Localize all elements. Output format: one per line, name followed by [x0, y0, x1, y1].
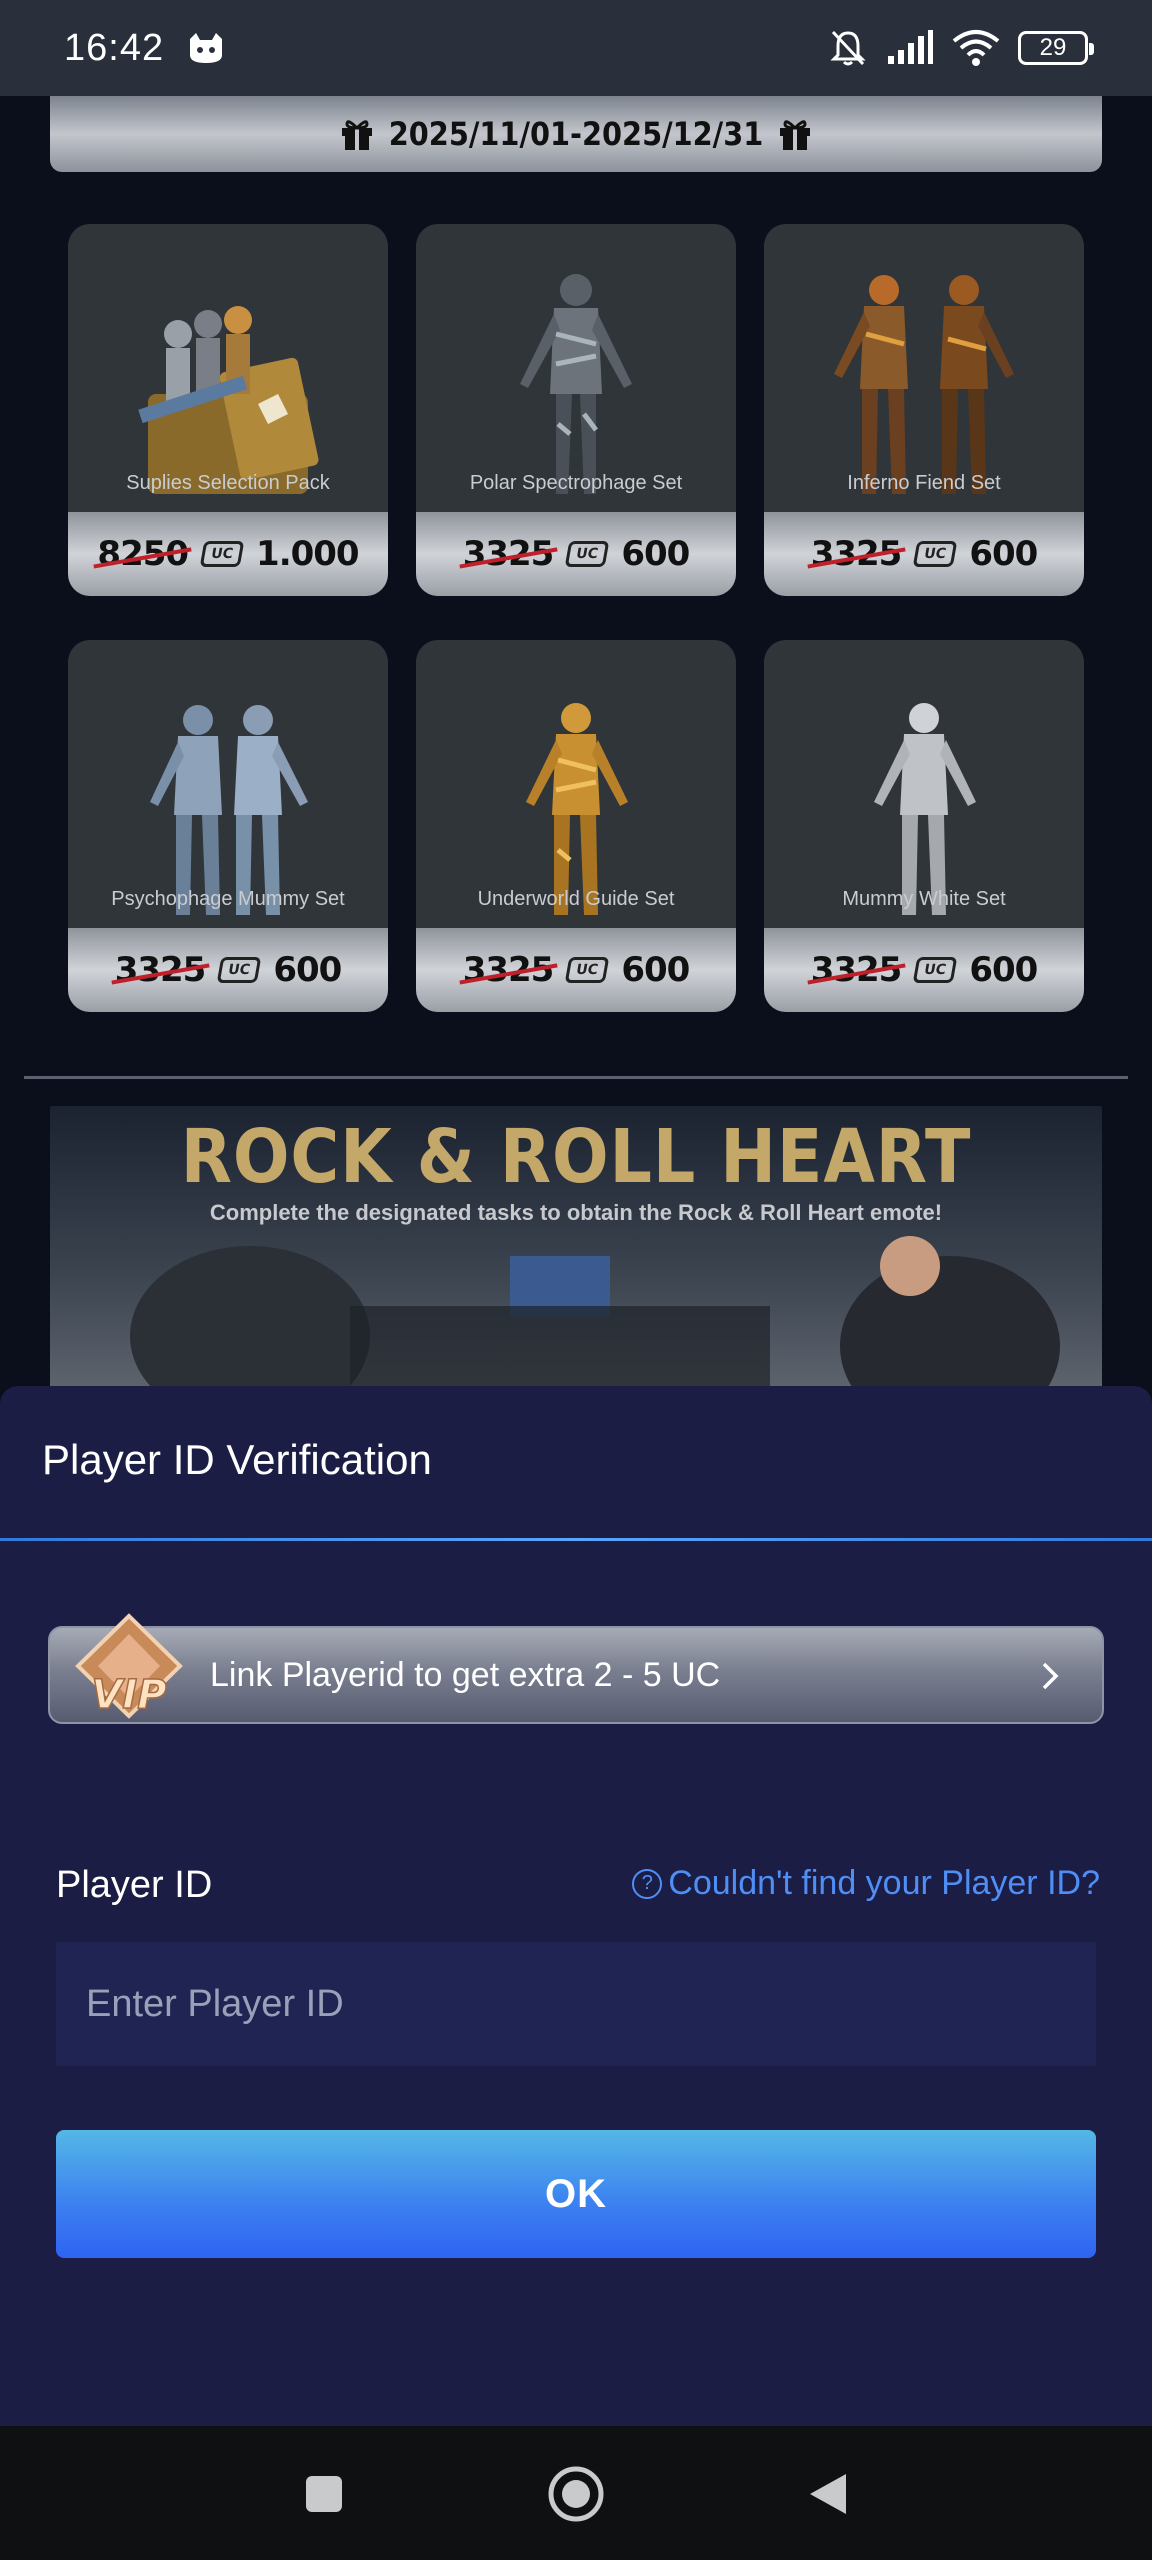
event-banner[interactable]: ROCK & ROLL HEART Complete the designate…	[50, 1106, 1102, 1386]
sale-price: 600	[621, 950, 690, 990]
nav-back-button[interactable]	[796, 2462, 860, 2526]
uc-currency-icon: UC	[199, 541, 245, 567]
player-id-input[interactable]	[56, 1942, 1096, 2066]
sale-price: 600	[621, 534, 690, 574]
sale-price: 600	[969, 950, 1038, 990]
uc-currency-icon: UC	[565, 957, 610, 983]
item-card[interactable]: Suplies Selection Pack 8250 UC 1.000	[68, 224, 388, 596]
player-id-label: Player ID	[56, 1864, 213, 1906]
system-nav-bar	[0, 2426, 1152, 2560]
item-name: Mummy White Set	[842, 888, 1006, 910]
sale-price: 600	[969, 534, 1038, 574]
date-range: 2025/11/01-2025/12/31	[388, 115, 764, 153]
mute-bell-icon	[830, 30, 866, 66]
original-price: 3325	[810, 534, 903, 574]
date-banner: 2025/11/01-2025/12/31	[50, 96, 1102, 172]
dialog-title: Player ID Verification	[42, 1436, 432, 1483]
item-card[interactable]: Inferno Fiend Set 3325 UC 600	[764, 224, 1084, 596]
item-grid: Suplies Selection Pack 8250 UC 1.000 Pol…	[68, 224, 1084, 1012]
clock: 16:42	[64, 26, 165, 69]
original-price: 3325	[114, 950, 207, 990]
original-price: 3325	[462, 534, 555, 574]
back-triangle-icon	[810, 2474, 846, 2514]
uc-currency-icon: UC	[913, 541, 958, 567]
battery-level: 29	[1039, 34, 1067, 61]
price-bar: 3325 UC 600	[416, 512, 736, 596]
nav-home-button[interactable]	[544, 2462, 608, 2526]
store-page: 2025/11/01-2025/12/31 Suplies Selection …	[0, 96, 1152, 1386]
item-image	[68, 224, 388, 504]
gift-icon	[341, 120, 372, 150]
vip-icon: VIP	[75, 1613, 183, 1719]
item-name: Psychophage Mummy Set	[111, 888, 345, 910]
original-price: 3325	[810, 950, 903, 990]
item-card[interactable]: Underworld Guide Set 3325 UC 600	[416, 640, 736, 1012]
item-name: Underworld Guide Set	[477, 888, 675, 910]
chevron-right-icon	[1042, 1662, 1059, 1690]
svg-text:VIP: VIP	[91, 1672, 166, 1718]
event-subtitle: Complete the designated tasks to obtain …	[209, 1200, 943, 1225]
item-name: Inferno Fiend Set	[847, 472, 1001, 494]
item-name: Suplies Selection Pack	[126, 472, 330, 494]
uc-currency-icon: UC	[913, 957, 958, 983]
item-card[interactable]: Psychophage Mummy Set 3325 UC 600	[68, 640, 388, 1012]
vip-link-text: Link Playerid to get extra 2 - 5 UC	[210, 1655, 721, 1694]
gift-icon	[780, 120, 811, 150]
battery-icon: 29	[1018, 31, 1094, 65]
item-name: Polar Spectrophage Set	[469, 472, 683, 494]
find-player-id-link[interactable]: ? Couldn't find your Player ID?	[632, 1864, 1100, 1903]
price-bar: 3325 UC 600	[764, 512, 1084, 596]
question-icon: ?	[632, 1868, 663, 1899]
price-bar: 3325 UC 600	[764, 928, 1084, 1012]
home-circle-icon	[548, 2466, 604, 2522]
sale-price: 1.000	[256, 534, 360, 574]
uc-currency-icon: UC	[565, 541, 610, 567]
square-icon	[306, 2476, 342, 2512]
original-price: 8250	[97, 534, 189, 574]
item-image	[764, 224, 1084, 504]
original-price: 3325	[462, 950, 555, 990]
item-card[interactable]: Polar Spectrophage Set 3325 UC 600	[416, 224, 736, 596]
event-title: ROCK & ROLL HEART	[180, 1114, 972, 1200]
ok-button[interactable]: OK	[56, 2130, 1096, 2258]
item-image	[764, 640, 1084, 920]
cat-app-icon	[190, 33, 223, 63]
find-player-id-text: Couldn't find your Player ID?	[668, 1864, 1100, 1902]
item-card[interactable]: Mummy White Set 3325 UC 600	[764, 640, 1084, 1012]
wifi-icon	[952, 30, 1000, 66]
sale-price: 600	[273, 950, 342, 990]
item-image	[416, 640, 736, 920]
section-divider	[24, 1076, 1128, 1079]
nav-recents-button[interactable]	[292, 2462, 356, 2526]
title-divider	[0, 1538, 1152, 1541]
player-id-dialog: Player ID Verification VIP Link Playerid…	[0, 1386, 1152, 2426]
vip-link-banner[interactable]: VIP Link Playerid to get extra 2 - 5 UC	[48, 1613, 1104, 1724]
item-image	[416, 224, 736, 504]
signal-icon	[888, 30, 933, 64]
price-bar: 3325 UC 600	[416, 928, 736, 1012]
price-bar: 3325 UC 600	[68, 928, 388, 1012]
item-image	[68, 640, 388, 920]
price-bar: 8250 UC 1.000	[68, 512, 388, 596]
status-bar: 16:42 29	[0, 0, 1152, 96]
uc-currency-icon: UC	[217, 957, 262, 983]
